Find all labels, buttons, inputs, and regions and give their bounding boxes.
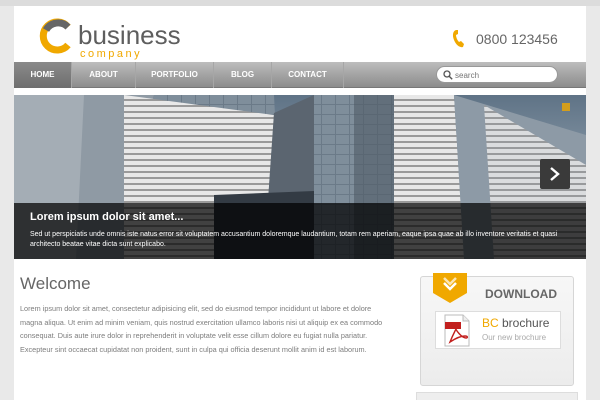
hero-title: Lorem ipsum dolor sit amet...	[30, 211, 184, 223]
nav-item-blog[interactable]: BLOG	[214, 62, 272, 88]
welcome-text: Lorem ipsum dolor sit amet, consectetur …	[20, 304, 383, 354]
slide-indicator[interactable]	[562, 103, 570, 111]
chevron-right-icon	[550, 167, 560, 181]
brochure-highlight: BC	[482, 316, 499, 330]
brochure-title-text: brochure	[498, 316, 550, 330]
hero-slider: Lorem ipsum dolor sit amet... Sed ut per…	[14, 95, 586, 259]
welcome-title: Welcome	[20, 274, 91, 293]
logo[interactable]: business company	[38, 18, 198, 62]
phone-icon	[452, 30, 464, 48]
main-nav: HOME ABOUT PORTFOLIO BLOG CONTACT	[14, 62, 586, 88]
nav-item-contact[interactable]: CONTACT	[272, 62, 344, 88]
phone-number: 0800 123456	[476, 31, 558, 47]
slider-next-button[interactable]	[540, 159, 570, 189]
sidebar-box-bottom	[416, 392, 578, 400]
brand-name: business	[78, 20, 181, 50]
download-arrow-icon	[433, 273, 467, 303]
nav-item-about[interactable]: ABOUT	[72, 62, 136, 88]
nav-item-home[interactable]: HOME	[14, 62, 72, 88]
hero-text: Sed ut perspiciatis unde omnis iste natu…	[30, 231, 558, 248]
brand-tagline: company	[80, 48, 143, 60]
hero-caption: Lorem ipsum dolor sit amet... Sed ut per…	[14, 203, 586, 259]
search-box	[436, 66, 558, 83]
logo-c-icon	[39, 18, 71, 54]
download-title: DOWNLOAD	[485, 287, 557, 301]
brochure-subtitle: Our new brochure	[482, 333, 547, 342]
brochure-title: BC brochure	[482, 316, 549, 330]
nav-item-portfolio[interactable]: PORTFOLIO	[136, 62, 214, 88]
search-input[interactable]	[455, 69, 553, 81]
search-icon[interactable]	[443, 70, 453, 80]
brochure-link[interactable]: BC brochure Our new brochure	[435, 311, 561, 349]
phone-contact: 0800 123456	[452, 28, 582, 50]
pdf-icon	[444, 314, 470, 347]
download-box: DOWNLOAD BC brochure Our new brochure	[420, 273, 574, 386]
page: business company 0800 123456 HOME ABOUT …	[14, 6, 586, 400]
